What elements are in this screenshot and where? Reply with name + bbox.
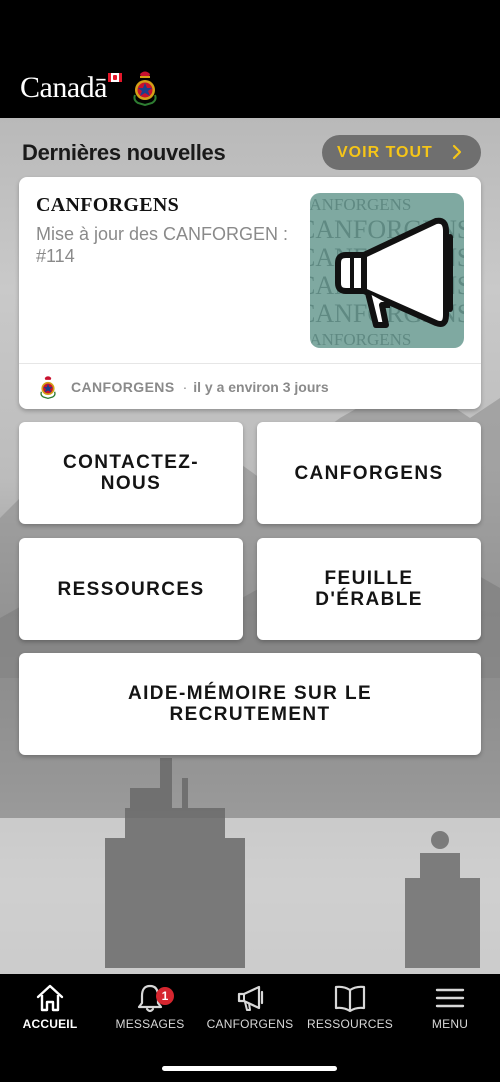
app-header: Canadā [0,0,500,118]
resources-tile-label: RESSOURCES [57,578,205,600]
news-card[interactable]: CANFORGENS Mise à jour des CANFORGEN : #… [19,177,481,409]
maple-leaf-tile-label: FEUILLE D'ÉRABLE [315,568,423,610]
tab-messages[interactable]: 1 MESSAGES [100,982,200,1042]
tab-resources[interactable]: RESSOURCES [300,982,400,1042]
megaphone-icon [237,985,264,1011]
tab-menu[interactable]: MENU [400,982,500,1042]
see-all-label: VOIR TOUT [337,143,433,161]
recruiting-aide-memoire-tile[interactable]: AIDE-MÉMOIRE SUR LE RECRUTEMENT [19,653,481,755]
tab-canforgens[interactable]: CANFORGENS [200,982,300,1042]
tab-home-label: ACCUEIL [22,1017,78,1031]
canada-wordmark-text: Canadā [20,71,107,104]
messages-badge: 1 [156,987,174,1005]
news-source: CANFORGENS [71,378,175,395]
home-indicator [162,1066,337,1071]
maple-leaf-tile[interactable]: FEUILLE D'ÉRABLE [257,538,481,640]
recruiting-aide-memoire-label: AIDE-MÉMOIRE SUR LE RECRUTEMENT [127,683,373,725]
news-separator: · [182,378,188,395]
chevron-right-icon [452,144,462,160]
news-title: CANFORGENS [36,194,180,216]
contact-us-label: CONTACTEZ-NOUS [62,452,200,494]
canforgens-tile-label: CANFORGENS [294,462,444,484]
contact-us-tile[interactable]: CONTACTEZ-NOUS [19,422,243,524]
see-all-button[interactable]: VOIR TOUT [322,135,481,170]
news-thumbnail: CANFORGENS CANFORGENS CANFORGENS CANFORG… [310,193,464,348]
book-icon [334,985,366,1013]
news-divider [19,363,481,364]
hamburger-icon [435,988,465,1008]
caf-crest-icon [40,376,56,399]
news-subtitle: Mise à jour des CANFORGEN : #114 [36,224,289,266]
megaphone-icon [335,217,453,328]
tab-messages-label: MESSAGES [115,1017,185,1031]
news-footer: CANFORGENS · il y a environ 3 jours [39,374,329,399]
news-timestamp: il y a environ 3 jours [193,378,329,395]
canada-wordmark: Canadā [20,70,122,106]
home-icon [36,984,64,1012]
caf-crest-icon [133,71,157,106]
tab-canforgens-label: CANFORGENS [206,1017,294,1031]
resources-tile[interactable]: RESSOURCES [19,538,243,640]
latest-news-title: Dernières nouvelles [22,140,226,165]
flag-icon [107,73,122,82]
tab-menu-label: MENU [431,1017,469,1031]
canforgens-tile[interactable]: CANFORGENS [257,422,481,524]
tab-home[interactable]: ACCUEIL [0,982,100,1042]
tab-resources-label: RESSOURCES [306,1017,394,1031]
